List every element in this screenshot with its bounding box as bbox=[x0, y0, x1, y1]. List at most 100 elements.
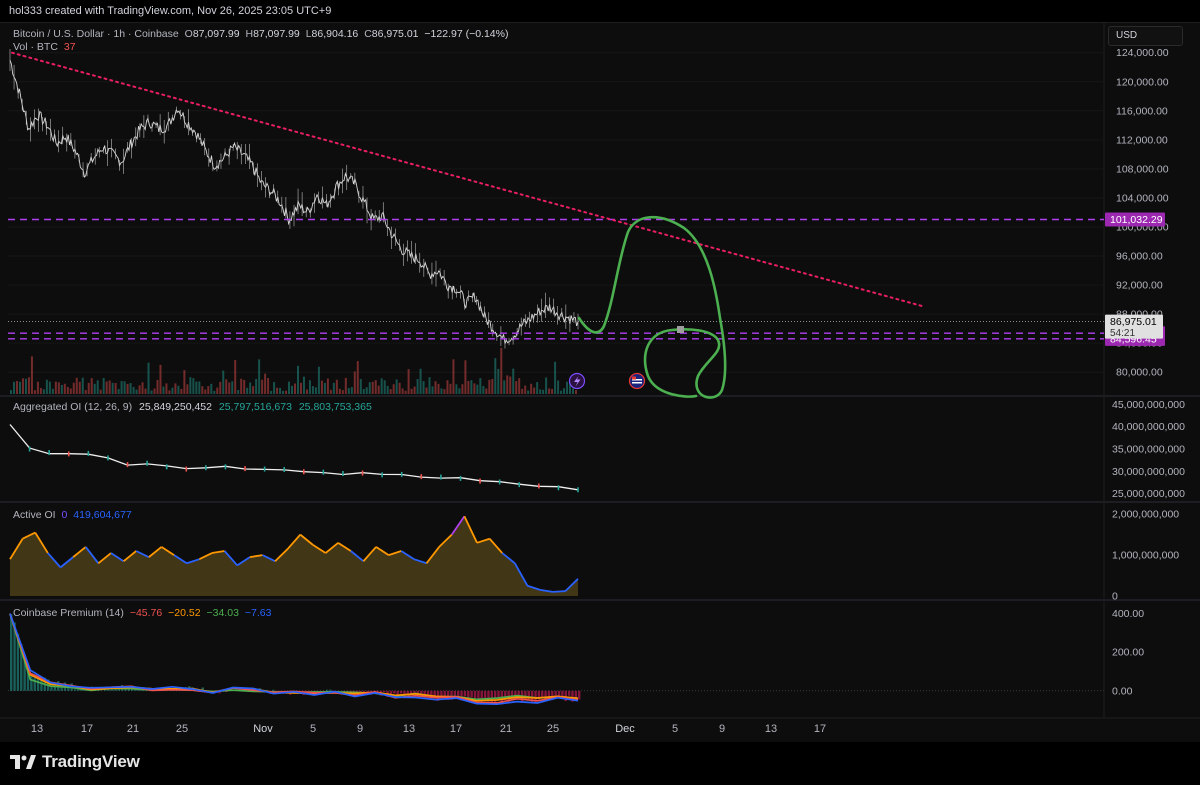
premium-bar bbox=[551, 690, 554, 697]
currency-button[interactable]: USD bbox=[1108, 26, 1183, 46]
time-axis-tick: 13 bbox=[765, 723, 777, 735]
active-oi-axis-tick: 2,000,000,000 bbox=[1112, 509, 1179, 521]
volume-bar bbox=[518, 378, 521, 394]
volume-bar bbox=[264, 373, 267, 394]
volume-bar bbox=[503, 380, 506, 394]
price-axis-tick: 80,000.00 bbox=[1116, 367, 1163, 379]
volume-bar bbox=[10, 390, 12, 394]
time-axis-labels: 13 17 21 25 Nov 5 9 13 17 21 25 Dec 5 9 13 17 bbox=[31, 723, 826, 735]
volume-bar bbox=[368, 382, 371, 394]
volume-bar bbox=[186, 384, 189, 394]
active-oi-legend[interactable]: Active OI 0 419,604,677 bbox=[13, 509, 132, 521]
volume-bar bbox=[60, 384, 63, 394]
tradingview-logo-icon bbox=[10, 755, 36, 769]
volume-bar bbox=[548, 388, 551, 394]
volume-bar bbox=[326, 378, 329, 394]
horizontal-levels[interactable] bbox=[8, 218, 1104, 340]
volume-bar bbox=[240, 378, 243, 394]
open-value: 87,097.99 bbox=[192, 28, 240, 40]
premium-bar bbox=[272, 689, 275, 691]
close-label: C bbox=[364, 28, 372, 40]
time-axis-tick: 13 bbox=[403, 723, 415, 735]
time-axis-tick: 17 bbox=[450, 723, 462, 735]
volume-bar bbox=[338, 388, 341, 394]
aggregated-oi-series bbox=[9, 424, 579, 493]
volume-bar bbox=[311, 386, 314, 394]
time-axis-tick: Nov bbox=[253, 723, 273, 735]
volume-bar bbox=[428, 377, 431, 394]
price-axis-tick: 120,000.00 bbox=[1116, 76, 1169, 88]
premium-bar bbox=[73, 689, 77, 691]
volume-bar bbox=[455, 384, 458, 394]
volume-bar bbox=[165, 383, 168, 394]
volume-bar bbox=[21, 378, 24, 394]
volume-bar bbox=[93, 383, 96, 394]
premium-axis-tick: 400.00 bbox=[1112, 608, 1144, 620]
volume-bar bbox=[198, 381, 201, 394]
annotation-drawing[interactable] bbox=[577, 215, 727, 399]
volume-bar bbox=[560, 390, 563, 394]
volume-bar bbox=[299, 382, 302, 394]
tradingview-wordmark: TradingView bbox=[42, 752, 140, 771]
aggregated-oi-legend[interactable]: Aggregated OI (12, 26, 9) 25,849,250,452… bbox=[13, 401, 372, 413]
volume-bar bbox=[291, 385, 294, 394]
coinbase-premium-value-1: −45.76 bbox=[129, 607, 163, 619]
volume-bar bbox=[153, 388, 156, 394]
price-axis-tick: 108,000.00 bbox=[1116, 163, 1169, 175]
coinbase-premium-legend[interactable]: Coinbase Premium (14) −45.76 −20.52 −34.… bbox=[13, 607, 271, 619]
volume-bar bbox=[294, 383, 296, 394]
volume-bar bbox=[102, 377, 105, 394]
premium-bar bbox=[33, 677, 36, 691]
flash-event-icon[interactable] bbox=[568, 372, 586, 390]
volume-bar bbox=[515, 381, 518, 394]
volume-bar bbox=[506, 375, 509, 394]
volume-bar bbox=[404, 390, 407, 394]
volume-bar bbox=[243, 379, 246, 394]
volume-bar bbox=[530, 383, 533, 394]
volume-bar bbox=[527, 390, 530, 394]
volume-bar bbox=[114, 383, 117, 394]
time-axis-tick: 17 bbox=[814, 723, 826, 735]
us-flag-event-icon[interactable] bbox=[628, 372, 646, 390]
volume-bar bbox=[296, 365, 299, 394]
price-axis-tick: 96,000.00 bbox=[1116, 251, 1163, 263]
volume-bar bbox=[246, 387, 249, 394]
volume-bar bbox=[350, 387, 353, 394]
volume-bar bbox=[54, 381, 57, 394]
volume-bar bbox=[422, 381, 425, 394]
volume-bar bbox=[377, 385, 380, 394]
volume-bar bbox=[144, 388, 147, 394]
volume-bar bbox=[258, 359, 261, 394]
tradingview-logo[interactable]: TradingView bbox=[10, 752, 140, 772]
close-value: 86,975.01 bbox=[371, 28, 419, 40]
volume-bar bbox=[500, 347, 503, 394]
volume-bar bbox=[189, 377, 192, 394]
active-oi-value-2: 419,604,677 bbox=[73, 509, 132, 521]
volume-bar bbox=[129, 383, 132, 394]
volume-bar bbox=[482, 386, 485, 394]
active-oi-series bbox=[9, 515, 579, 596]
time-axis-tick: 25 bbox=[176, 723, 188, 735]
volume-bar bbox=[255, 378, 258, 394]
active-oi-area bbox=[10, 516, 578, 596]
event-icons[interactable] bbox=[568, 372, 646, 390]
high-value: 87,097.99 bbox=[253, 28, 300, 40]
chart-canvas[interactable]: 80,000.0084,000.0088,000.0092,000.0096,0… bbox=[0, 0, 1200, 785]
volume-bar bbox=[177, 385, 180, 394]
main-legend[interactable]: Bitcoin / U.S. Dollar · 1h · Coinbase O8… bbox=[13, 28, 508, 40]
volume-bar bbox=[401, 388, 404, 394]
volume-bar bbox=[201, 386, 204, 394]
volume-legend[interactable]: Vol · BTC 37 bbox=[13, 41, 76, 53]
volume-bar bbox=[446, 380, 449, 394]
volume-bar bbox=[323, 382, 326, 394]
volume-bar bbox=[545, 377, 548, 394]
volume-bar bbox=[90, 378, 93, 394]
volume-bar bbox=[183, 370, 186, 394]
footer bbox=[0, 742, 1200, 785]
volume-bar bbox=[419, 368, 422, 394]
trendline[interactable] bbox=[11, 51, 926, 308]
premium-bar bbox=[325, 689, 329, 691]
premium-bar bbox=[470, 690, 473, 698]
premium-bar bbox=[329, 689, 332, 691]
volume-bar bbox=[174, 383, 177, 394]
